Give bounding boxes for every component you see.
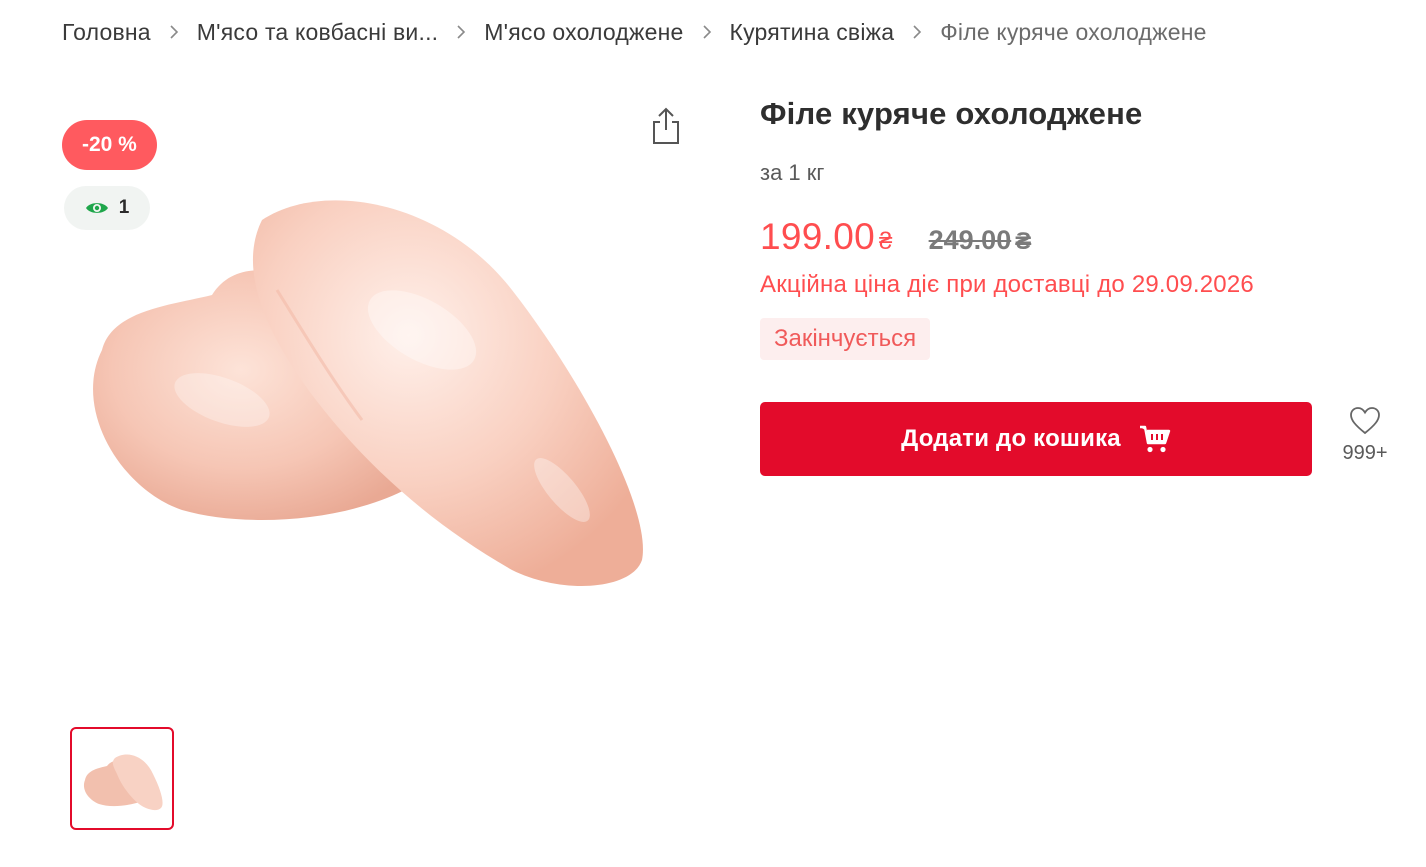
breadcrumb-fresh-chicken[interactable]: Курятина свіжа — [730, 19, 895, 46]
share-button[interactable] — [648, 106, 684, 150]
cart-actions: Додати до кошика 999+ — [760, 402, 1400, 478]
heart-icon — [1350, 407, 1380, 435]
currency-symbol: ₴ — [1015, 228, 1032, 255]
gallery-thumbnail[interactable] — [70, 727, 174, 830]
breadcrumb: Головна М'ясо та ковбасні ви... М'ясо ох… — [62, 14, 1402, 50]
price-current: 199.00 ₴ — [760, 216, 893, 258]
price-current-value: 199.00 — [760, 216, 875, 257]
add-to-cart-button[interactable]: Додати до кошика — [760, 402, 1312, 476]
breadcrumb-chilled-meat[interactable]: М'ясо охолоджене — [484, 19, 683, 46]
product-info: Філе куряче охолоджене за 1 кг 199.00 ₴ 2… — [760, 90, 1400, 476]
cart-icon — [1139, 424, 1171, 454]
breadcrumb-current: Філе куряче охолоджене — [940, 18, 1207, 45]
product-gallery: -20 % 1 — [62, 100, 702, 720]
chevron-right-icon — [894, 25, 940, 39]
price-old: 249.00 ₴ — [929, 225, 1032, 256]
product-main-image[interactable] — [62, 180, 662, 610]
breadcrumb-meat-sausages[interactable]: М'ясо та ковбасні ви... — [197, 19, 438, 46]
add-to-cart-label: Додати до кошика — [901, 425, 1121, 452]
promo-notice: Акційна ціна діє при доставці до 29.09.2… — [760, 271, 1254, 298]
product-unit: за 1 кг — [760, 160, 825, 185]
favorites-count: 999+ — [1342, 442, 1388, 464]
stock-status-badge: Закінчується — [760, 318, 931, 360]
currency-symbol: ₴ — [878, 228, 893, 255]
discount-badge: -20 % — [62, 120, 157, 170]
breadcrumb-home[interactable]: Головна — [62, 19, 151, 46]
favorite-button[interactable]: 999+ — [1332, 406, 1398, 474]
product-title: Філе куряче охолоджене — [760, 96, 1143, 131]
chevron-right-icon — [151, 25, 197, 39]
chevron-right-icon — [684, 25, 730, 39]
chicken-fillet-image — [93, 200, 643, 587]
price-old-value: 249.00 — [928, 225, 1012, 255]
price-block: 199.00 ₴ 249.00 ₴ — [760, 216, 1400, 260]
chicken-fillet-thumbnail-image — [83, 754, 163, 810]
chevron-right-icon — [438, 25, 484, 39]
share-icon — [650, 106, 682, 151]
